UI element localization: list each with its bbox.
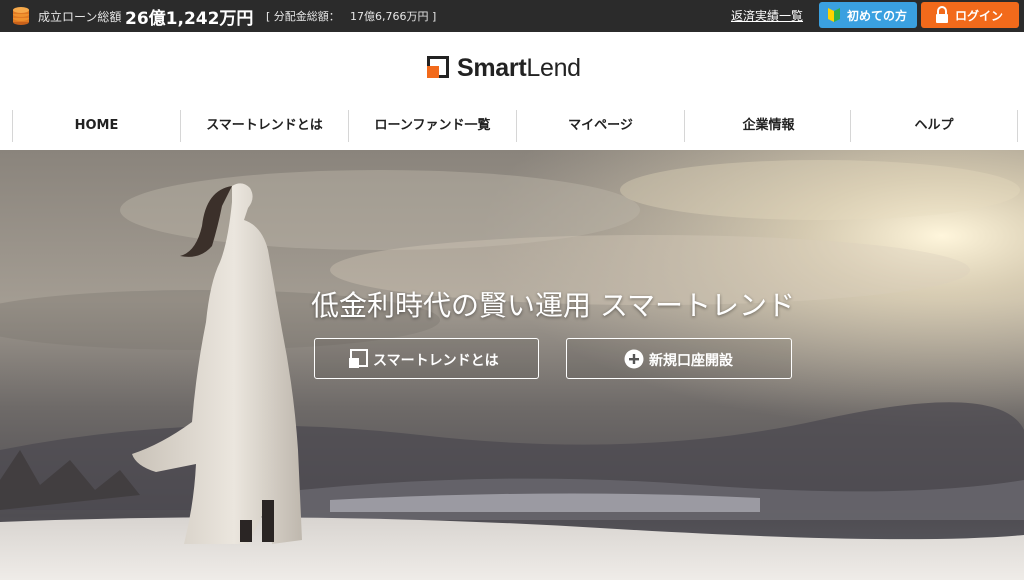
beginner-mark-icon [828,8,840,22]
open-account-label: 新規口座開設 [649,353,733,369]
padlock-icon [936,6,948,23]
logo-text-regular: Lend [526,54,581,82]
nav-item-mypage[interactable]: マイページ [516,110,684,142]
distribution-label-text: 分配金総額： [273,10,340,23]
distribution-open-bracket: [ [266,10,271,23]
login-button[interactable]: ログイン [921,2,1019,28]
distribution-value: 17億6,766万円 ] [350,8,436,24]
nav-item-company[interactable]: 企業情報 [684,110,852,142]
login-label: ログイン [955,9,1004,23]
nav-item-home[interactable]: HOME [12,110,180,142]
logo-text-bold: Smart [457,54,527,82]
distribution-close-bracket: ] [432,10,437,23]
loan-total-value: 26億1,242万円 [125,9,254,29]
distribution-value-text: 17億6,766万円 [350,10,429,23]
hero-headline: 低金利時代の賢い運用 スマートレンド [310,289,796,322]
main-nav: HOME スマートレンドとは ローンファンド一覧 マイページ 企業情報 ヘルプ [12,110,1018,142]
repayment-results-link[interactable]: 返済実績一覧 [731,7,803,24]
coin-stack-icon [13,7,29,25]
about-smartlend-button[interactable]: スマートレンドとは [314,338,539,379]
about-smartlend-label: スマートレンドとは [373,353,499,369]
first-time-button[interactable]: 初めての方 [819,2,917,28]
site-logo[interactable]: SmartLend [427,54,617,84]
plus-circle-icon [624,349,644,369]
top-bar: 成立ローン総額 26億1,242万円 [ 分配金総額： 17億6,766万円 ]… [0,0,1024,32]
nav-item-loan-funds[interactable]: ローンファンド一覧 [348,110,516,142]
square-logo-icon [349,349,368,368]
logo-text: SmartLend [457,54,581,83]
nav-item-help[interactable]: ヘルプ [850,110,1018,142]
first-time-label: 初めての方 [847,9,908,23]
hero-banner: 低金利時代の賢い運用 スマートレンド スマートレンドとは 新規口座開設 [0,150,1024,580]
loan-total-label: 成立ローン総額 [38,10,122,24]
distribution-label: [ 分配金総額： [266,8,340,24]
nav-item-about[interactable]: スマートレンドとは [180,110,348,142]
smartlend-square-icon [427,56,449,78]
open-account-button[interactable]: 新規口座開設 [566,338,792,379]
